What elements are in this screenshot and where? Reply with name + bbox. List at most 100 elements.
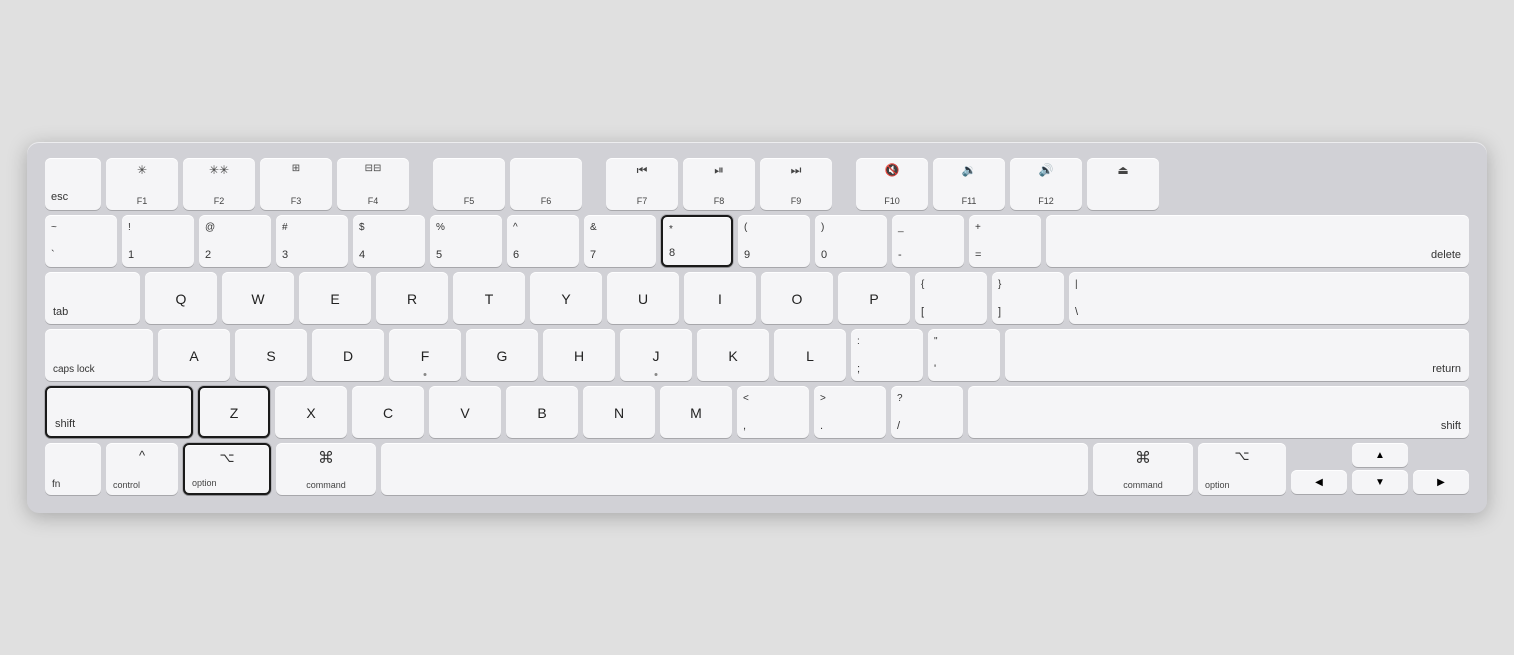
comma-bot: ,: [743, 420, 746, 432]
key-f12[interactable]: 🔊 F12: [1010, 158, 1082, 210]
key-9[interactable]: ( 9: [738, 215, 810, 267]
key-q[interactable]: Q: [145, 272, 217, 324]
key-4[interactable]: $ 4: [353, 215, 425, 267]
key-arrow-left[interactable]: ◀: [1291, 470, 1347, 494]
key-f3[interactable]: ⊞ F3: [260, 158, 332, 210]
key-delete[interactable]: delete: [1046, 215, 1469, 267]
fn-gap1: [414, 158, 428, 210]
key-lbracket[interactable]: { [: [915, 272, 987, 324]
slash-bot: /: [897, 420, 900, 432]
key-fn[interactable]: fn: [45, 443, 101, 495]
key-d[interactable]: D: [312, 329, 384, 381]
key-option-right[interactable]: ⌥ option: [1198, 443, 1286, 495]
key-v[interactable]: V: [429, 386, 501, 438]
key-y[interactable]: Y: [530, 272, 602, 324]
command-left-label: command: [306, 480, 346, 490]
key5-bot: 5: [436, 249, 442, 261]
key-f5[interactable]: F5: [433, 158, 505, 210]
key-f9[interactable]: ⏭ F9: [760, 158, 832, 210]
key-3[interactable]: # 3: [276, 215, 348, 267]
key-0[interactable]: ) 0: [815, 215, 887, 267]
key-5[interactable]: % 5: [430, 215, 502, 267]
qwerty-row: tab Q W E R T Y U I O P: [45, 272, 1469, 324]
key-j[interactable]: J: [620, 329, 692, 381]
period-bot: .: [820, 420, 823, 432]
f10-icon: 🔇: [885, 163, 900, 177]
key-minus[interactable]: _ -: [892, 215, 964, 267]
key-a[interactable]: A: [158, 329, 230, 381]
key-n[interactable]: N: [583, 386, 655, 438]
key-r[interactable]: R: [376, 272, 448, 324]
key-command-right[interactable]: ⌘ command: [1093, 443, 1193, 495]
f8-icon: ⏯: [714, 163, 724, 178]
key-return[interactable]: return: [1005, 329, 1469, 381]
f7-label: F7: [637, 196, 648, 206]
key-semicolon[interactable]: : ;: [851, 329, 923, 381]
key-rbracket[interactable]: } ]: [992, 272, 1064, 324]
key-s[interactable]: S: [235, 329, 307, 381]
minus-bot: -: [898, 249, 902, 261]
key-m[interactable]: M: [660, 386, 732, 438]
key-f1[interactable]: ✳︎ F1: [106, 158, 178, 210]
option-left-icon: ⌥: [220, 450, 235, 466]
key-1[interactable]: ! 1: [122, 215, 194, 267]
key-slash[interactable]: ? /: [891, 386, 963, 438]
key-f10[interactable]: 🔇 F10: [856, 158, 928, 210]
key-t[interactable]: T: [453, 272, 525, 324]
key-g[interactable]: G: [466, 329, 538, 381]
key8-bot: 8: [669, 247, 675, 259]
key-backslash[interactable]: | \: [1069, 272, 1469, 324]
key-c[interactable]: C: [352, 386, 424, 438]
key-h[interactable]: H: [543, 329, 615, 381]
key-2[interactable]: @ 2: [199, 215, 271, 267]
key-shift-right[interactable]: shift: [968, 386, 1469, 438]
key-b[interactable]: B: [506, 386, 578, 438]
key-period[interactable]: > .: [814, 386, 886, 438]
key-comma[interactable]: < ,: [737, 386, 809, 438]
key-option-left[interactable]: ⌥ option: [183, 443, 271, 495]
key-tab[interactable]: tab: [45, 272, 140, 324]
backslash-bot: \: [1075, 306, 1078, 318]
key-control[interactable]: ^ control: [106, 443, 178, 495]
key-f6[interactable]: F6: [510, 158, 582, 210]
key-arrow-down[interactable]: ▼: [1352, 470, 1408, 494]
key7-top: &: [590, 222, 597, 233]
f2-label: F2: [214, 196, 225, 206]
key-shift-left[interactable]: shift: [45, 386, 193, 438]
r-label: R: [407, 291, 417, 307]
key-z[interactable]: Z: [198, 386, 270, 438]
key-f11[interactable]: 🔉 F11: [933, 158, 1005, 210]
key-f4[interactable]: ⊟⊟ F4: [337, 158, 409, 210]
key-f[interactable]: F: [389, 329, 461, 381]
key-f8[interactable]: ⏯ F8: [683, 158, 755, 210]
f11-label: F11: [962, 196, 977, 206]
key-o[interactable]: O: [761, 272, 833, 324]
key-u[interactable]: U: [607, 272, 679, 324]
f2-icon: ✳︎✳︎: [209, 163, 229, 177]
key-space[interactable]: [381, 443, 1088, 495]
key-quote[interactable]: " ': [928, 329, 1000, 381]
key-command-left[interactable]: ⌘ command: [276, 443, 376, 495]
key-esc[interactable]: esc: [45, 158, 101, 210]
key-x[interactable]: X: [275, 386, 347, 438]
key-6[interactable]: ^ 6: [507, 215, 579, 267]
key-eject[interactable]: ⏏: [1087, 158, 1159, 210]
key-i[interactable]: I: [684, 272, 756, 324]
key8-top: *: [669, 224, 673, 235]
key-7[interactable]: & 7: [584, 215, 656, 267]
key-f7[interactable]: ⏮ F7: [606, 158, 678, 210]
key-p[interactable]: P: [838, 272, 910, 324]
key-l[interactable]: L: [774, 329, 846, 381]
key-8[interactable]: * 8: [661, 215, 733, 267]
key-f2[interactable]: ✳︎✳︎ F2: [183, 158, 255, 210]
key-e[interactable]: E: [299, 272, 371, 324]
key-capslock[interactable]: caps lock: [45, 329, 153, 381]
backslash-top: |: [1075, 279, 1078, 290]
key-equals[interactable]: + =: [969, 215, 1041, 267]
key-k[interactable]: K: [697, 329, 769, 381]
key-arrow-right[interactable]: ▶: [1413, 470, 1469, 494]
key-backtick[interactable]: ~ `: [45, 215, 117, 267]
key-w[interactable]: W: [222, 272, 294, 324]
zxcv-row: shift Z X C V B N M < ,: [45, 386, 1469, 438]
key-arrow-up[interactable]: ▲: [1352, 443, 1408, 467]
